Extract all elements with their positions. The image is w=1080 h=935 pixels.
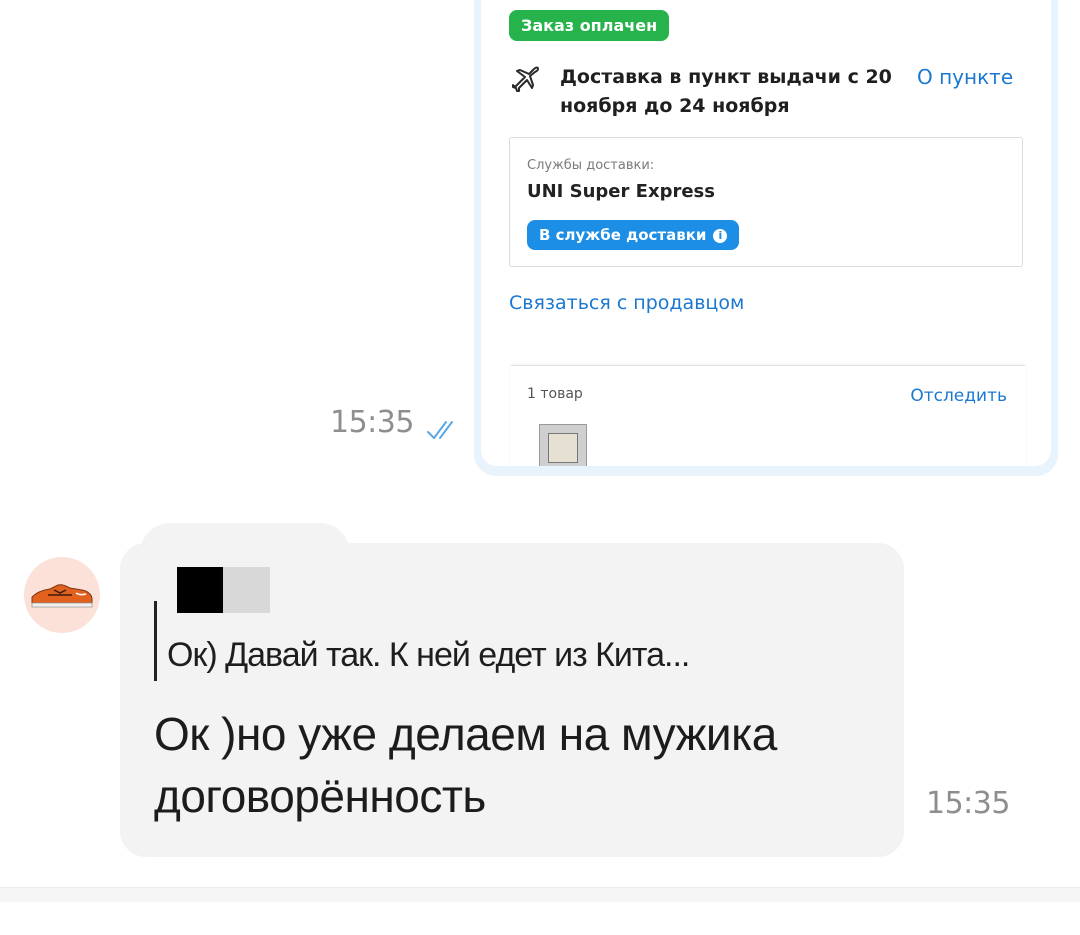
double-check-icon <box>427 421 453 439</box>
chat-screen: Заказ оплачен Доставка в пункт выдачи с … <box>0 0 1080 935</box>
reply-quote-text[interactable]: Ок) Давай так. К ней едет из Кита... <box>167 636 690 675</box>
sender-name-text: █ <box>177 567 185 578</box>
order-screenshot[interactable]: Заказ оплачен Доставка в пункт выдачи с … <box>481 0 1051 466</box>
product-thumbnail <box>539 424 587 466</box>
services-label: Службы доставки: <box>527 158 655 173</box>
bottom-divider <box>0 887 1080 902</box>
incoming-message-bubble[interactable]: █ Ок) Давай так. К ней едет из Кита... О… <box>120 543 904 857</box>
reply-quote-bar <box>154 601 157 681</box>
sender-avatar[interactable] <box>24 557 100 633</box>
incoming-message-time: 15:35 <box>926 786 1010 821</box>
outgoing-message-time: 15:35 <box>330 405 414 440</box>
message-text: Ок )но уже делаем на мужика договорённос… <box>154 708 777 822</box>
contact-seller-link: Связаться с продавцом <box>509 292 745 314</box>
order-paid-badge: Заказ оплачен <box>509 10 670 41</box>
status-pill-label: В службе доставки <box>539 226 707 244</box>
delivery-services-box: Службы доставки: UNI Super Express В слу… <box>509 137 1023 267</box>
sender-name[interactable]: █ <box>177 567 270 613</box>
services-value: UNI Super Express <box>527 181 715 202</box>
info-icon: i <box>713 229 728 243</box>
delivery-status-pill: В службе доставки i <box>527 220 740 250</box>
track-link: Отследить <box>910 386 1007 406</box>
goods-count: 1 товар <box>527 386 583 402</box>
delivery-info: Доставка в пункт выдачи с 20 ноября до 2… <box>560 66 892 117</box>
airplane-icon <box>512 66 539 92</box>
sneaker-avatar-icon <box>31 584 93 608</box>
about-pickup-link: О пункте <box>917 65 1014 89</box>
outgoing-photo-message[interactable]: Заказ оплачен Доставка в пункт выдачи с … <box>474 0 1058 476</box>
goods-box: 1 товар Отследить <box>511 365 1025 466</box>
